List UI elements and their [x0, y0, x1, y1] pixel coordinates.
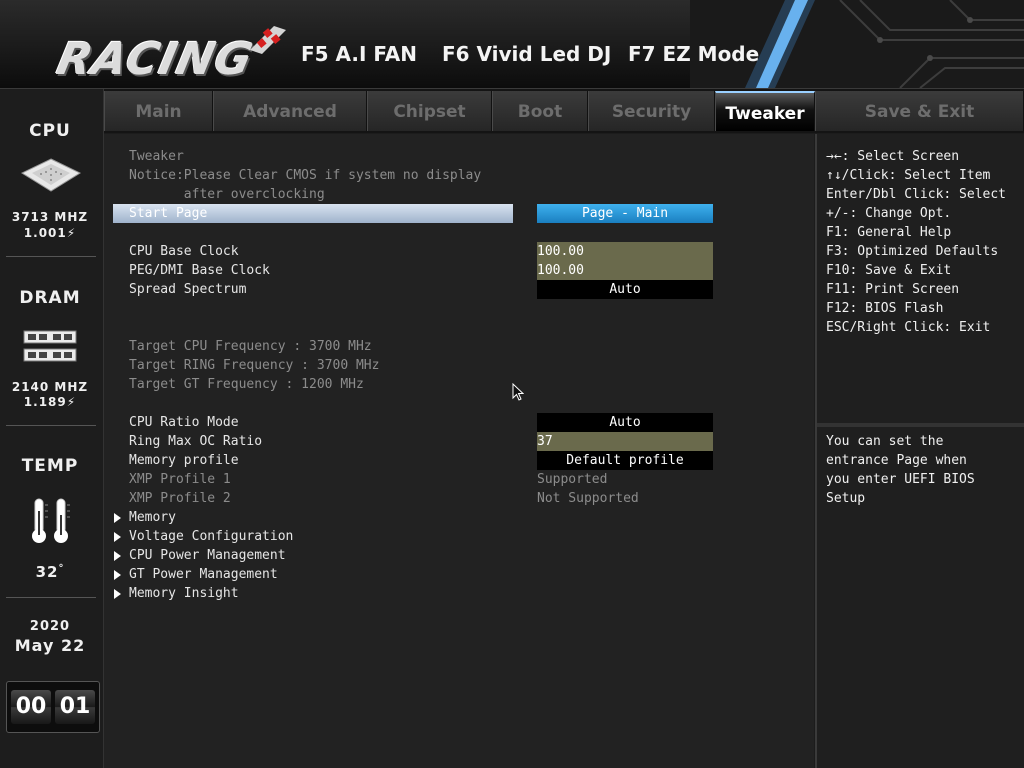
cpu-base-clock-input[interactable]: 100.00	[537, 242, 713, 261]
start-page-label[interactable]: Start Page	[129, 204, 207, 223]
tab-advanced[interactable]: Advanced	[213, 91, 367, 131]
dram-voltage: 1.189	[23, 395, 67, 409]
help-key-optimized-defaults: F3: Optimized Defaults	[826, 244, 999, 259]
xmp-profile-2-value: Not Supported	[537, 491, 639, 506]
mouse-pointer-icon	[512, 383, 524, 401]
f7-ez-mode-button[interactable]: F7 EZ Mode	[628, 42, 759, 66]
top-banner: RACING F5 A.I FAN F6 Vivid Led DJ F7 EZ …	[0, 0, 1024, 89]
help-key-print-screen: F11: Print Screen	[826, 282, 960, 297]
cpu-voltage: 1.001	[23, 226, 67, 240]
flip-clock: 00 01	[6, 681, 100, 733]
triangle-right-icon	[114, 532, 121, 542]
date-year: 2020	[29, 619, 71, 634]
start-page-value-button[interactable]: Page - Main	[537, 204, 713, 223]
f6-vivid-led-button[interactable]: F6 Vivid Led DJ	[442, 42, 611, 66]
clock-minutes: 01	[55, 690, 95, 724]
ring-max-oc-ratio-label[interactable]: Ring Max OC Ratio	[129, 432, 262, 451]
divider	[6, 256, 96, 257]
peg-dmi-base-clock-label[interactable]: PEG/DMI Base Clock	[129, 261, 270, 280]
help-key-change-opt: +/-: Change Opt.	[826, 206, 952, 221]
tab-chipset[interactable]: Chipset	[367, 91, 492, 131]
lightning-icon: ⚡	[66, 395, 77, 409]
divider	[6, 425, 96, 426]
temperature-row: 32°	[0, 563, 100, 581]
dram-title: DRAM	[19, 288, 81, 308]
help-divider	[817, 423, 1024, 427]
tab-tweaker[interactable]: Tweaker	[715, 91, 815, 131]
racing-logo: RACING	[28, 16, 288, 85]
tab-main[interactable]: Main	[104, 91, 213, 131]
triangle-right-icon	[114, 551, 121, 561]
help-description-line: Setup	[826, 491, 866, 506]
help-key-select-item: ↑↓/Click: Select Item	[826, 168, 991, 183]
cpu-title: CPU	[29, 121, 71, 141]
submenu-memory-insight[interactable]: Memory Insight	[129, 584, 239, 603]
tab-save-exit[interactable]: Save & Exit	[815, 91, 1024, 131]
help-description-line: You can set the	[826, 434, 944, 449]
logo-checkered-flag-icon	[250, 26, 286, 54]
help-key-select-screen: →←: Select Screen	[826, 149, 960, 164]
help-key-select: Enter/Dbl Click: Select	[826, 187, 1007, 202]
temperature-value: 32	[35, 563, 59, 581]
submenu-cpu-power-management[interactable]: CPU Power Management	[129, 546, 286, 565]
f5-ai-fan-button[interactable]: F5 A.I FAN	[301, 42, 417, 66]
xmp-profile-1-value: Supported	[537, 472, 608, 487]
help-key-bios-flash: F12: BIOS Flash	[826, 301, 944, 316]
status-column: CPU 3713 MHZ 1.001⚡ DRAM 2140 MHZ 1.189⚡…	[0, 89, 104, 768]
triangle-right-icon	[114, 570, 121, 580]
lightning-icon: ⚡	[66, 226, 77, 240]
cpu-voltage-row: 1.001⚡	[0, 226, 100, 240]
tab-security[interactable]: Security	[588, 91, 715, 131]
submenu-gt-power-management[interactable]: GT Power Management	[129, 565, 278, 584]
xmp-profile-1-label: XMP Profile 1	[129, 472, 231, 487]
target-cpu-frequency: Target CPU Frequency : 3700 MHz	[129, 339, 372, 354]
dram-frequency: 2140 MHZ	[11, 380, 89, 394]
xmp-profile-2-label: XMP Profile 2	[129, 491, 231, 506]
help-key-save-exit: F10: Save & Exit	[826, 263, 952, 278]
target-gt-frequency: Target GT Frequency : 1200 MHz	[129, 377, 364, 392]
ring-max-oc-ratio-input[interactable]: 37	[537, 432, 713, 451]
target-ring-frequency: Target RING Frequency : 3700 MHz	[129, 358, 380, 373]
tab-bar: Main Advanced Chipset Boot Security Twea…	[104, 89, 1024, 133]
submenu-memory[interactable]: Memory	[129, 508, 176, 527]
peg-dmi-base-clock-input[interactable]: 100.00	[537, 261, 713, 280]
triangle-right-icon	[114, 513, 121, 523]
cpu-ratio-mode-label[interactable]: CPU Ratio Mode	[129, 413, 239, 432]
help-key-exit: ESC/Right Click: Exit	[826, 320, 991, 335]
cpu-ratio-mode-select[interactable]: Auto	[537, 413, 713, 432]
thermometer-icon	[32, 498, 70, 543]
spread-spectrum-label[interactable]: Spread Spectrum	[129, 280, 246, 299]
cpu-base-clock-label[interactable]: CPU Base Clock	[129, 242, 239, 261]
temp-title: TEMP	[21, 456, 79, 476]
cpu-chip-icon	[20, 158, 82, 192]
help-description-line: entrance Page when	[826, 453, 967, 468]
section-title: Tweaker	[129, 149, 184, 164]
clock-hours: 00	[11, 690, 51, 724]
help-description-line: you enter UEFI BIOS	[826, 472, 975, 487]
dram-voltage-row: 1.189⚡	[0, 395, 100, 409]
logo-text: RACING	[52, 34, 258, 85]
memory-profile-label[interactable]: Memory profile	[129, 451, 239, 470]
triangle-right-icon	[114, 589, 121, 599]
submenu-voltage-configuration[interactable]: Voltage Configuration	[129, 527, 293, 546]
help-key-general-help: F1: General Help	[826, 225, 952, 240]
notice-line-1: Notice:Please Clear CMOS if system no di…	[129, 168, 482, 183]
memory-profile-select[interactable]: Default profile	[537, 451, 713, 470]
ram-module-icon	[23, 330, 77, 362]
temperature-unit: °	[58, 563, 65, 574]
settings-panel: Tweaker Notice:Please Clear CMOS if syst…	[104, 134, 814, 768]
notice-line-2: after overclocking	[129, 187, 325, 202]
date-month-day: May 22	[14, 636, 86, 655]
divider	[6, 597, 96, 598]
spread-spectrum-select[interactable]: Auto	[537, 280, 713, 299]
cpu-frequency: 3713 MHZ	[11, 210, 89, 224]
help-panel: →←: Select Screen ↑↓/Click: Select Item …	[815, 134, 1024, 768]
tab-boot[interactable]: Boot	[492, 91, 588, 131]
